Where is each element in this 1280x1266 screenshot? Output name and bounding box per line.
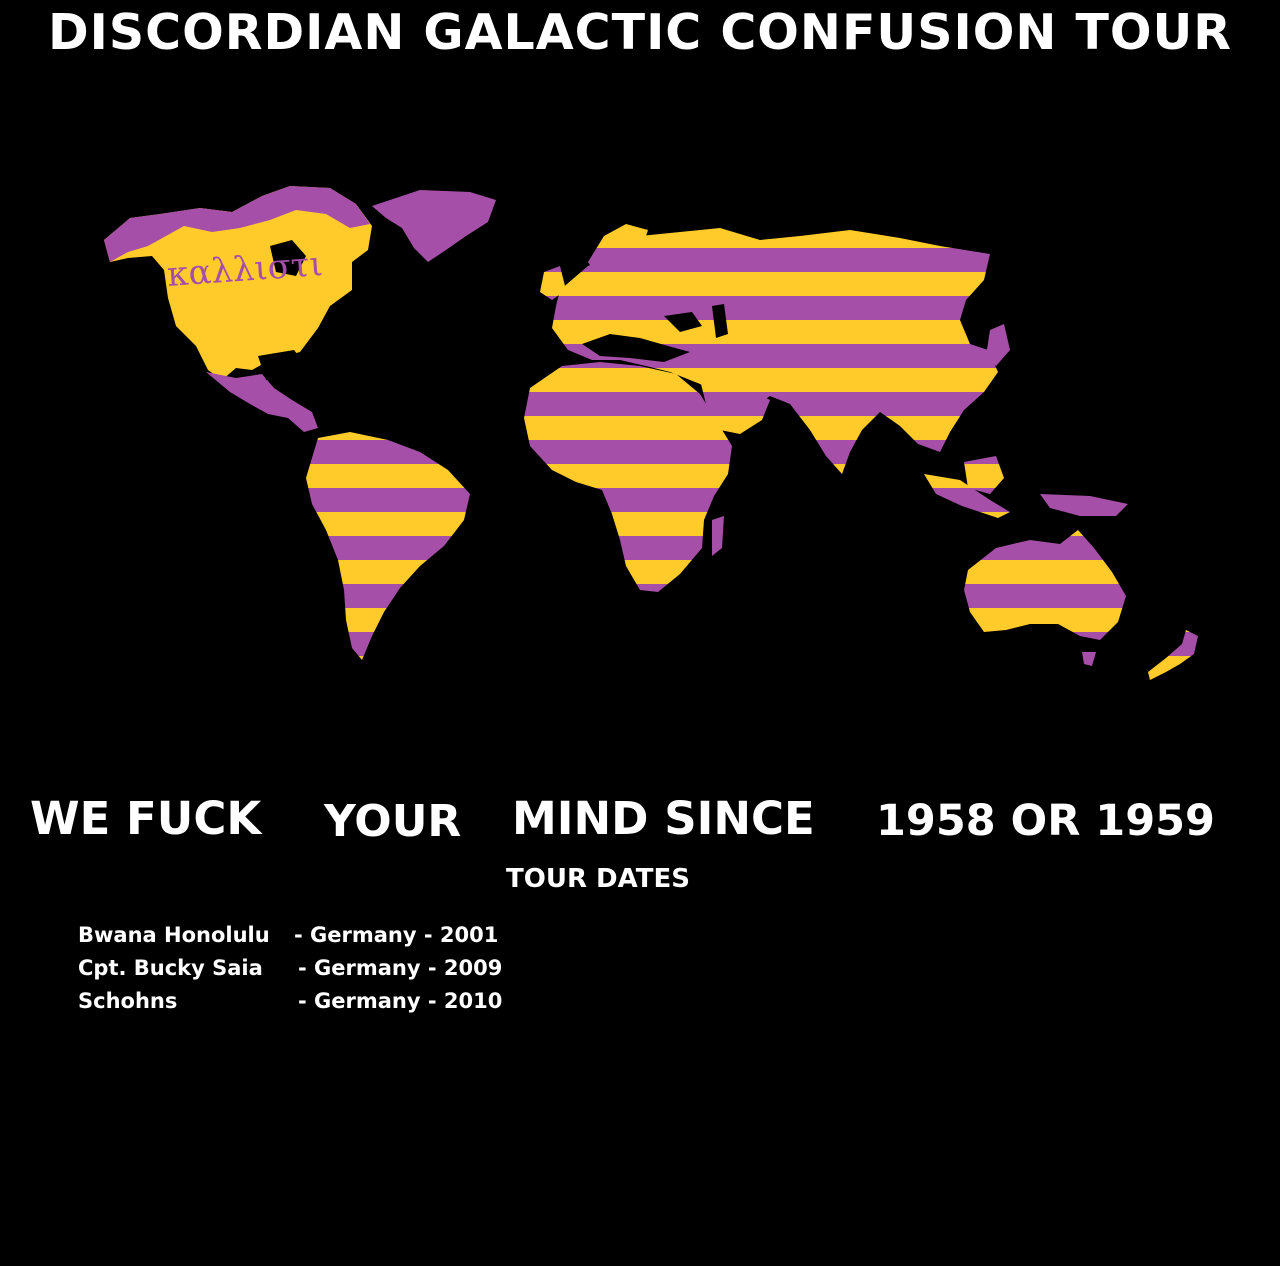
slogan-part-4: 1958 OR 1959 [876, 796, 1215, 846]
slogan-part-1: WE FUCK [30, 792, 262, 845]
tasmania [1082, 652, 1096, 666]
africa [524, 362, 732, 592]
australia [964, 530, 1126, 640]
tour-entry-name: Schohns [78, 989, 178, 1013]
tour-entry-details: - Germany - 2009 [298, 956, 503, 980]
slogan-part-2: YOUR [324, 796, 462, 847]
tour-entry-name: Cpt. Bucky Saia [78, 956, 263, 980]
slogan-part-3: MIND SINCE [512, 792, 815, 845]
borneo [964, 456, 1004, 494]
new-zealand [1148, 630, 1198, 680]
tour-entry-details: - Germany - 2010 [298, 989, 503, 1013]
world-map: καλλιστι [104, 186, 1198, 680]
new-guinea [1040, 494, 1128, 516]
poster: DISCORDIAN GALACTIC CONFUSION TOUR καλλι… [0, 0, 1280, 1266]
tour-entry-details: - Germany - 2001 [294, 923, 499, 947]
tour-entry-name: Bwana Honolulu [78, 923, 270, 947]
tour-dates-heading: TOUR DATES [506, 864, 690, 894]
madagascar [712, 516, 724, 556]
north-america: καλλιστι [104, 186, 496, 432]
south-america [306, 432, 470, 660]
